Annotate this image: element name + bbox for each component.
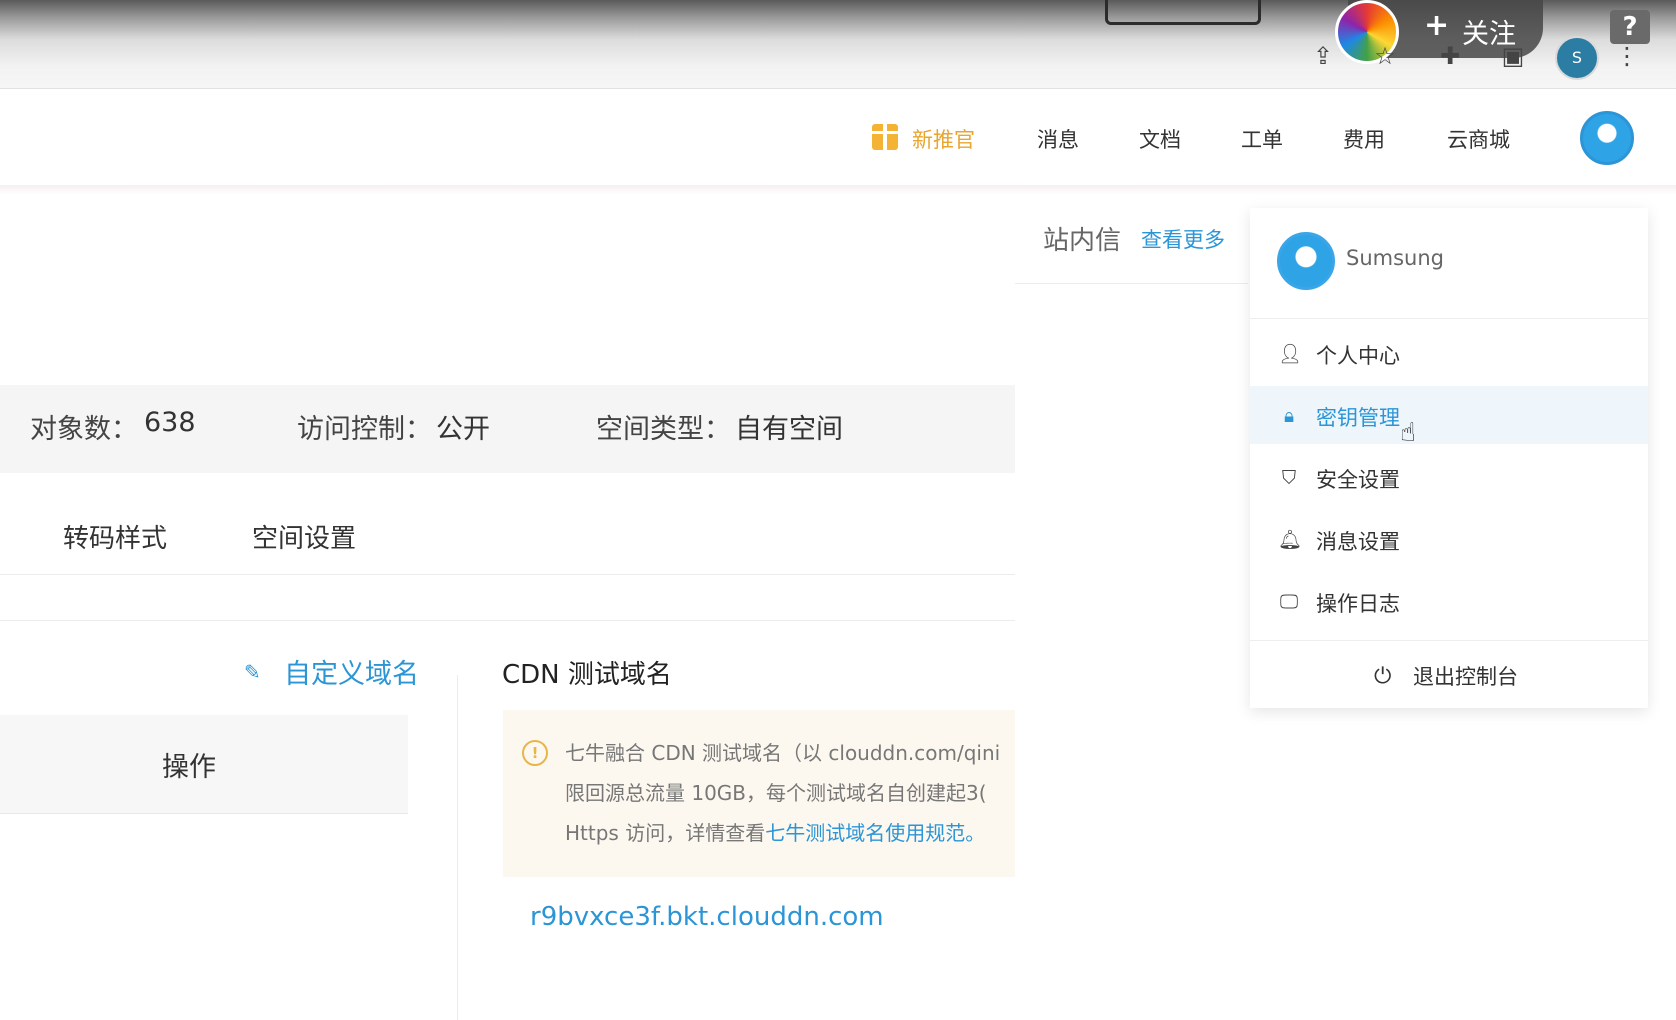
column-divider — [457, 675, 458, 1020]
lock-icon: 🔒︎ — [1283, 405, 1295, 427]
object-count-value: 638 — [144, 407, 196, 438]
menu-item-profile-label: 个人中心 — [1316, 344, 1400, 368]
menu-item-security-label: 安全设置 — [1316, 468, 1400, 492]
nav-promo[interactable]: 新推官 — [912, 124, 975, 154]
custom-domain-button[interactable]: 自定义域名 — [284, 652, 419, 691]
menu-item-notifications-label: 消息设置 — [1316, 530, 1400, 554]
test-domain-rules-link[interactable]: 七牛测试域名使用规范 — [765, 821, 965, 845]
browser-profile-avatar[interactable]: S — [1555, 36, 1599, 80]
menu-item-logs[interactable] — [1250, 572, 1648, 630]
gift-icon — [872, 124, 898, 150]
user-avatar[interactable] — [1580, 111, 1634, 165]
tab-space-settings[interactable]: 空间设置 — [252, 518, 356, 555]
object-count-label: 对象数： — [30, 414, 138, 445]
operations-header-label: 操作 — [162, 752, 216, 783]
access-control-label: 访问控制： — [297, 414, 432, 445]
menu-avatar — [1277, 232, 1335, 290]
menu-item-keys[interactable] — [1250, 386, 1648, 444]
edit-icon[interactable]: ✎ — [244, 660, 266, 684]
view-more-link[interactable]: 查看更多 — [1141, 224, 1225, 254]
side-panel-icon[interactable]: ▣ — [1496, 40, 1530, 72]
menu-item-profile[interactable] — [1250, 324, 1648, 382]
space-type-value: 自有空间 — [735, 414, 843, 445]
more-menu-icon[interactable]: ⋮ — [1610, 40, 1644, 72]
notice-line-3: Https 访问，详情查看七牛测试域名使用规范。 — [565, 817, 1015, 846]
nav-billing[interactable]: 费用 — [1343, 124, 1385, 154]
nav-messages[interactable]: 消息 — [1037, 124, 1079, 154]
extensions-icon[interactable]: ✚ — [1433, 40, 1467, 72]
hand-cursor-icon: ☝ — [1400, 418, 1416, 448]
menu-item-keys-label: 密钥管理 — [1316, 406, 1400, 430]
notice-line-1: 七牛融合 CDN 测试域名（以 clouddn.com/qini — [565, 741, 1001, 765]
user-icon: 👤︎ — [1278, 343, 1303, 365]
notice-line-3-prefix: Https 访问，详情查看 — [565, 821, 766, 845]
console-top-nav — [0, 89, 1676, 185]
message-panel-divider — [1015, 283, 1248, 284]
nav-tickets[interactable]: 工单 — [1241, 124, 1283, 154]
section-divider — [0, 620, 1015, 621]
monitor-icon: 🖵︎ — [1279, 591, 1299, 613]
bell-icon: 🔔︎ — [1278, 529, 1303, 551]
video-title-fragment — [1105, 0, 1261, 25]
nav-marketplace[interactable]: 云商城 — [1447, 124, 1510, 154]
menu-username: Sumsung — [1346, 246, 1444, 270]
logout-button[interactable]: 退出控制台 — [1413, 661, 1518, 691]
page-divider — [0, 185, 1676, 195]
notice-line-3-suffix: 。 — [965, 821, 986, 845]
nav-docs[interactable]: 文档 — [1139, 124, 1181, 154]
menu-item-security[interactable] — [1250, 448, 1648, 506]
cdn-test-domain-title: CDN 测试域名 — [502, 660, 672, 690]
menu-divider — [1250, 640, 1648, 641]
notice-line-2: 限回源总流量 10GB，每个测试域名自创建起3( — [565, 781, 987, 805]
menu-divider — [1250, 318, 1648, 319]
tabs-divider — [0, 574, 1015, 575]
menu-item-notifications[interactable] — [1250, 510, 1648, 568]
shield-icon: ⛉ — [1281, 467, 1297, 489]
test-domain-link[interactable]: r9bvxce3f.bkt.clouddn.com — [530, 902, 884, 932]
share-icon[interactable]: ⇪ — [1306, 40, 1340, 72]
space-type-label: 空间类型： — [596, 414, 731, 445]
menu-item-logs-label: 操作日志 — [1316, 592, 1400, 616]
plus-icon: + — [1424, 8, 1450, 43]
tab-transcode-style[interactable]: 转码样式 — [63, 518, 167, 555]
message-panel-title: 站内信 — [1043, 226, 1122, 256]
help-icon[interactable]: ? — [1610, 10, 1650, 44]
warning-icon: ! — [522, 740, 548, 766]
bookmark-star-icon[interactable]: ☆ — [1368, 40, 1402, 72]
message-panel — [1015, 195, 1248, 1020]
power-icon: ⏻ — [1374, 664, 1392, 689]
access-control-value: 公开 — [436, 414, 490, 445]
